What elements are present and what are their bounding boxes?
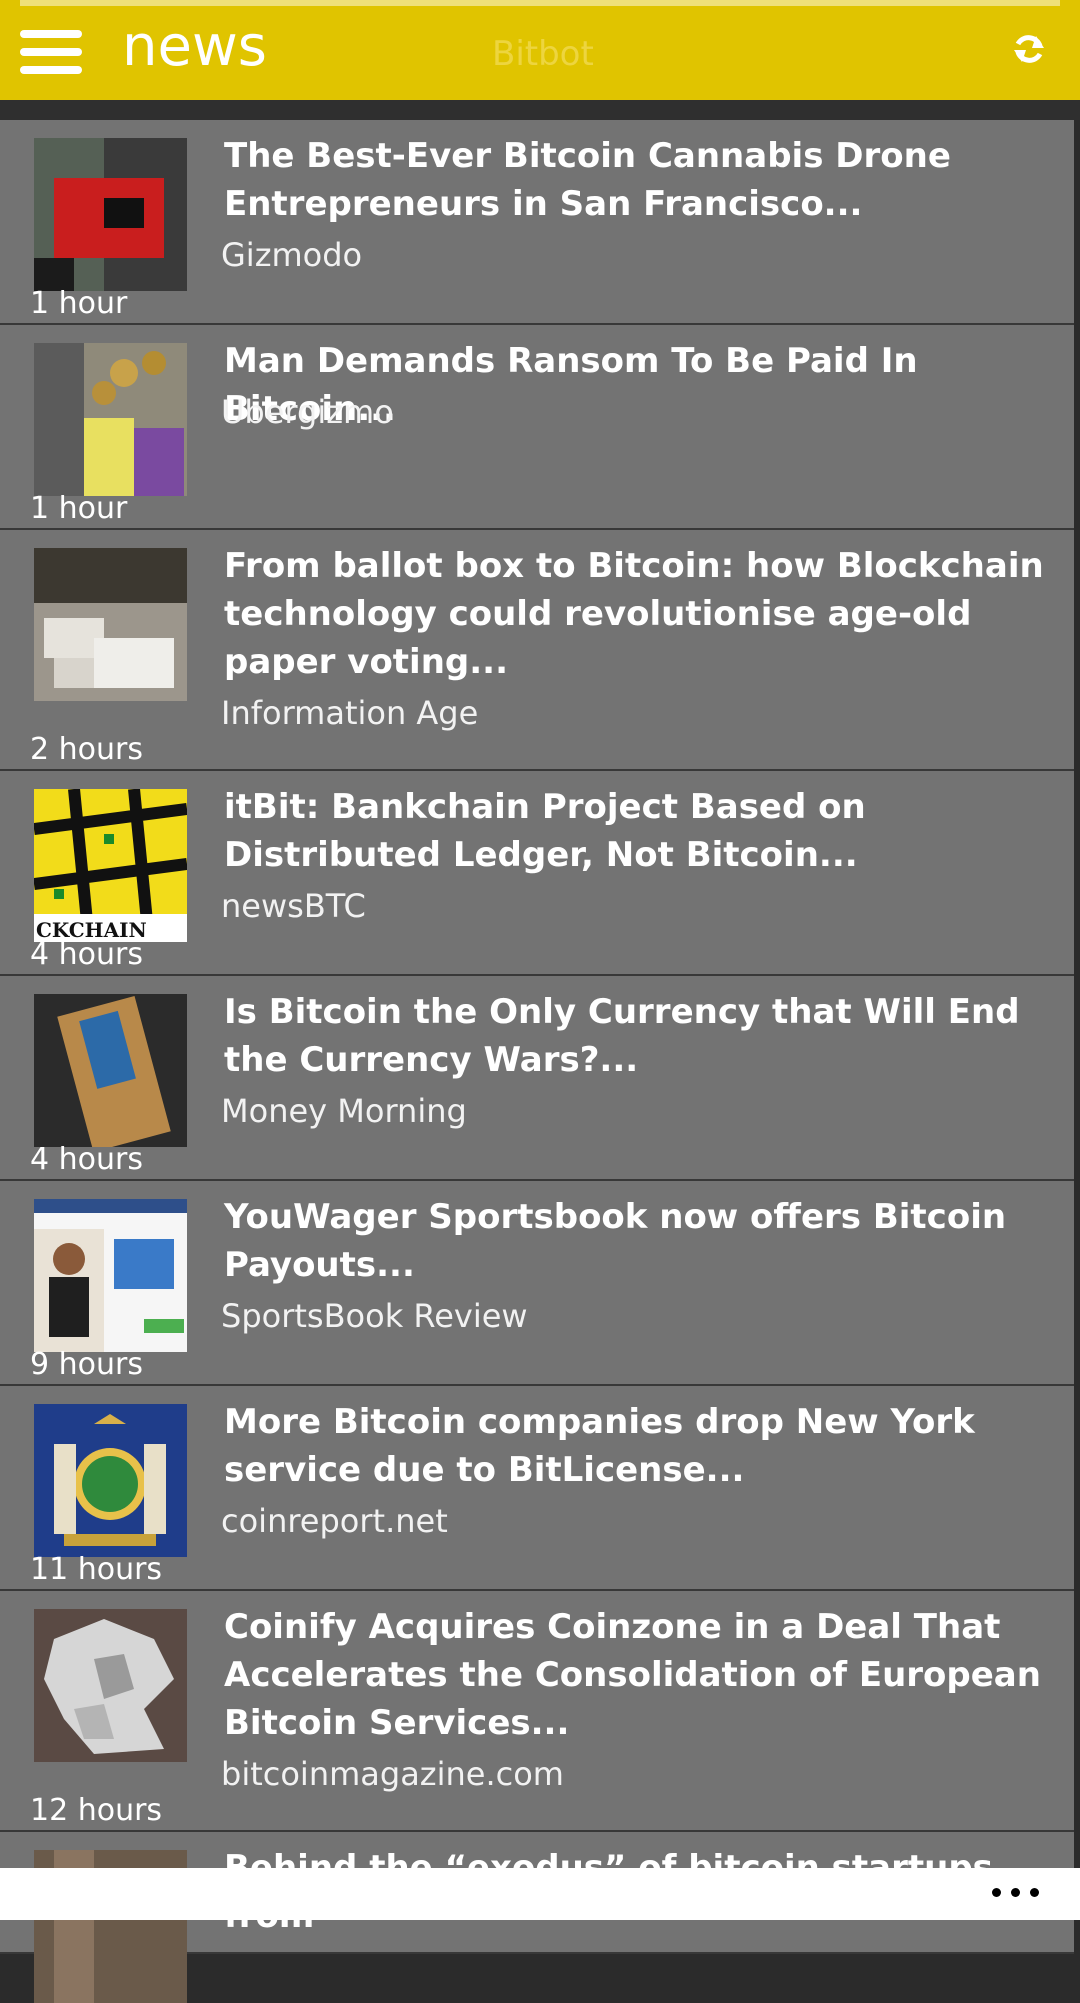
article-source: bitcoinmagazine.com <box>221 1755 564 1793</box>
app-bar <box>0 1868 1080 1920</box>
more-options-icon[interactable] <box>992 1888 1040 1900</box>
news-item[interactable]: From ballot box to Bitcoin: how Blockcha… <box>0 530 1074 771</box>
article-time: 9 hours <box>30 1347 143 1382</box>
news-item[interactable]: More Bitcoin companies drop New York ser… <box>0 1386 1074 1591</box>
article-title: The Best-Ever Bitcoin Cannabis Drone Ent… <box>224 136 951 224</box>
hamburger-menu-icon[interactable] <box>20 30 82 74</box>
article-thumbnail: CKCHAIN <box>34 789 187 942</box>
article-title: itBit: Bankchain Project Based on Distri… <box>224 787 866 875</box>
article-time: 11 hours <box>30 1552 163 1587</box>
article-source: Ubergizmo <box>221 393 394 431</box>
article-time: 2 hours <box>30 732 143 767</box>
article-source: Gizmodo <box>221 236 363 274</box>
news-item[interactable]: Is Bitcoin the Only Currency that Will E… <box>0 976 1074 1181</box>
article-time: 4 hours <box>30 1142 143 1177</box>
article-time: 1 hour <box>30 286 128 321</box>
article-title: More Bitcoin companies drop New York ser… <box>224 1402 975 1490</box>
header-top-line <box>20 0 1060 6</box>
article-time: 1 hour <box>30 491 128 526</box>
app-header: news Bitbot <box>0 0 1080 100</box>
article-source: Information Age <box>221 694 479 732</box>
article-title: Is Bitcoin the Only Currency that Will E… <box>224 992 1020 1080</box>
news-item[interactable]: Man Demands Ransom To Be Paid In Bitcoin… <box>0 325 1074 530</box>
article-title: From ballot box to Bitcoin: how Blockcha… <box>224 546 1044 682</box>
article-time: 12 hours <box>30 1793 163 1828</box>
article-source: coinreport.net <box>221 1502 448 1540</box>
news-list: The Best-Ever Bitcoin Cannabis Drone Ent… <box>0 120 1074 2003</box>
header-shadow-band <box>0 100 1080 120</box>
refresh-icon[interactable] <box>1012 32 1046 66</box>
article-thumbnail <box>34 1609 187 1762</box>
article-thumbnail <box>34 1199 187 1352</box>
news-item[interactable]: CKCHAIN itBit: Bankchain Project Based o… <box>0 771 1074 976</box>
article-thumbnail <box>34 343 187 496</box>
article-thumbnail <box>34 1404 187 1557</box>
article-title: YouWager Sportsbook now offers Bitcoin P… <box>224 1197 1007 1285</box>
article-source: SportsBook Review <box>221 1297 528 1335</box>
app-watermark: Bitbot <box>492 34 594 74</box>
article-source: Money Morning <box>221 1092 467 1130</box>
page-title: news <box>122 14 267 79</box>
article-thumbnail <box>34 994 187 1147</box>
news-item[interactable]: Coinify Acquires Coinzone in a Deal That… <box>0 1591 1074 1832</box>
article-time: 4 hours <box>30 937 143 972</box>
article-source: newsBTC <box>221 887 366 925</box>
news-item[interactable]: YouWager Sportsbook now offers Bitcoin P… <box>0 1181 1074 1386</box>
article-thumbnail <box>34 138 187 291</box>
article-thumbnail <box>34 548 187 701</box>
article-title: Coinify Acquires Coinzone in a Deal That… <box>224 1607 1041 1743</box>
news-item[interactable]: The Best-Ever Bitcoin Cannabis Drone Ent… <box>0 120 1074 325</box>
